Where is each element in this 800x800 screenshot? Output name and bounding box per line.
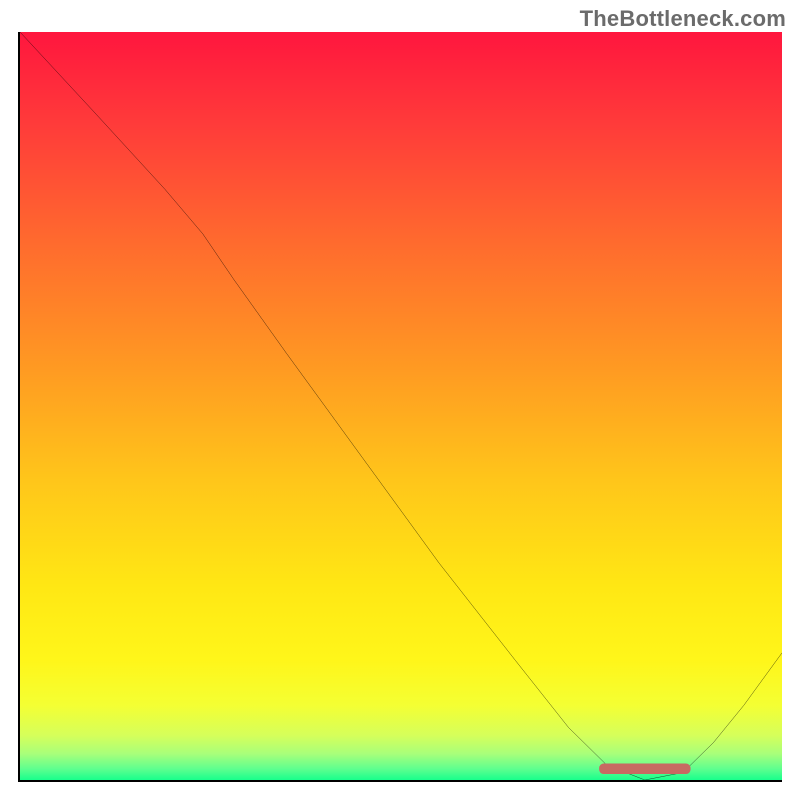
chart-plot-area (20, 32, 782, 780)
chart-gradient-background (20, 32, 782, 780)
optimal-range-marker (599, 764, 690, 774)
watermark-text: TheBottleneck.com (580, 6, 786, 32)
chart-svg (20, 32, 782, 780)
